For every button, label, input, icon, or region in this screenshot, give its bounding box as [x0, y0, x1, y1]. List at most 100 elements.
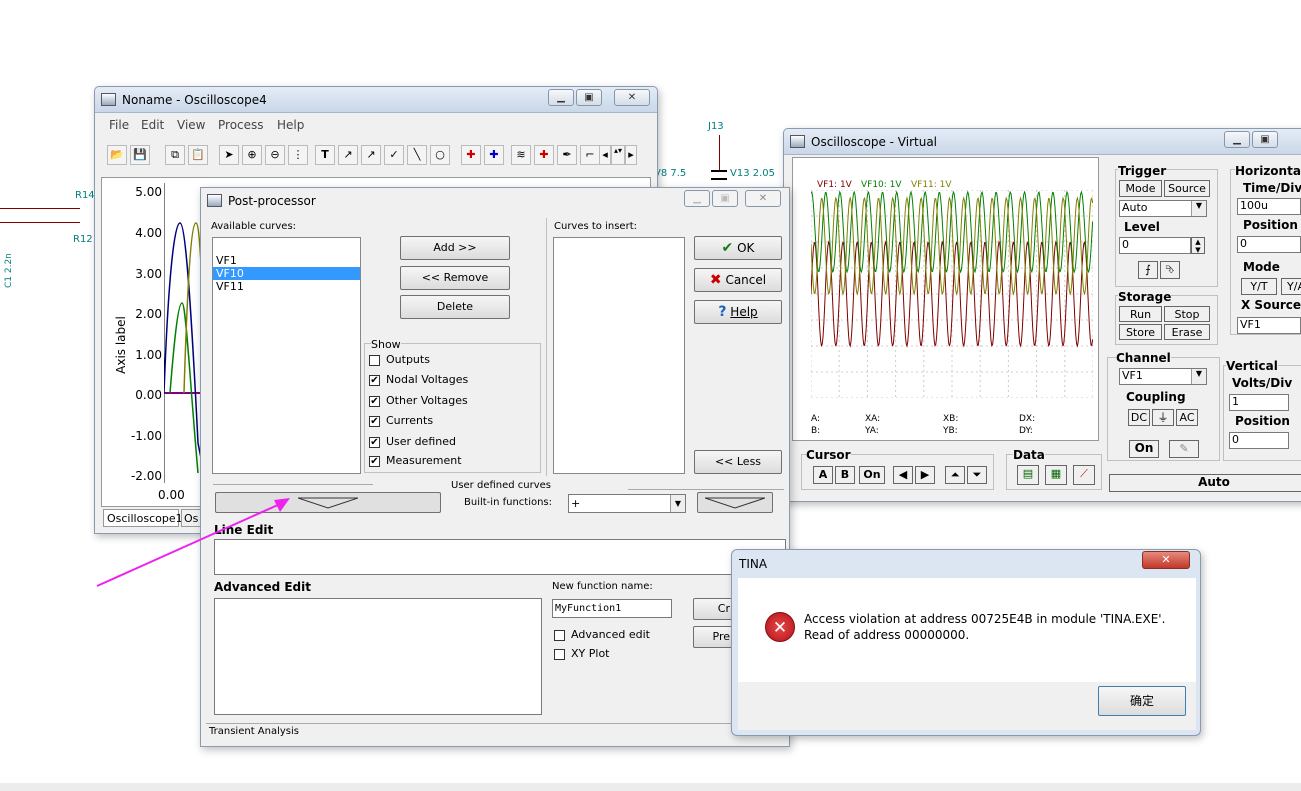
- add-curve-icon[interactable]: ✚: [534, 145, 554, 165]
- close-button[interactable]: ✕: [614, 89, 650, 106]
- level-input[interactable]: 0: [1119, 237, 1191, 254]
- ac-button[interactable]: AC: [1176, 409, 1198, 426]
- h-position-input[interactable]: 0: [1237, 236, 1301, 253]
- close-button[interactable]: ✕: [745, 190, 781, 207]
- new-function-name-input[interactable]: MyFunction1: [552, 599, 672, 618]
- flag-icon[interactable]: ⌐: [580, 145, 600, 165]
- list-item[interactable]: VF10: [213, 267, 360, 280]
- cursor-a-button[interactable]: A: [813, 466, 833, 484]
- list-item[interactable]: VF1: [213, 254, 360, 267]
- stop-button[interactable]: Stop: [1164, 306, 1210, 322]
- source-button[interactable]: Source: [1164, 180, 1210, 197]
- ok-button[interactable]: 确定: [1098, 686, 1186, 716]
- zoom-in-icon[interactable]: ⊕: [242, 145, 262, 165]
- show-outputs-checkbox[interactable]: [369, 355, 380, 366]
- ok-button[interactable]: ✔ OK: [694, 236, 782, 260]
- v-position-input[interactable]: 0: [1229, 432, 1289, 449]
- arrow-left-icon[interactable]: ◀: [893, 466, 913, 484]
- marker-icon[interactable]: ↗: [338, 145, 358, 165]
- minimize-button[interactable]: ▁: [684, 190, 710, 207]
- level-spinner[interactable]: ▲ ▼: [1191, 237, 1205, 254]
- menu-process[interactable]: Process: [218, 118, 264, 132]
- time-div-input[interactable]: 100u: [1237, 198, 1301, 215]
- ground-icon[interactable]: ⏚: [1152, 409, 1174, 426]
- circle-icon[interactable]: ○: [430, 145, 450, 165]
- show-currents-checkbox[interactable]: ✔: [369, 416, 380, 427]
- cursor-on-button[interactable]: On: [859, 466, 885, 484]
- import-icon[interactable]: ▤: [1017, 465, 1039, 485]
- erase-button[interactable]: Erase: [1164, 324, 1210, 340]
- channel-select[interactable]: VF1 ▼: [1119, 368, 1207, 385]
- show-user-checkbox[interactable]: ✔: [369, 437, 380, 448]
- data-group: Data ▤ ▦ ⟋: [1006, 448, 1102, 490]
- close-button[interactable]: ✕: [1142, 551, 1190, 569]
- minimize-button[interactable]: ▁: [1224, 131, 1250, 148]
- show-nodal-checkbox[interactable]: ✔: [369, 375, 380, 386]
- maximize-button[interactable]: ▣: [1252, 131, 1278, 148]
- chart-icon[interactable]: ⟋: [1073, 465, 1095, 485]
- delete-button[interactable]: Delete: [400, 295, 510, 319]
- xy-icon[interactable]: ✓: [384, 145, 404, 165]
- export-icon[interactable]: ▦: [1045, 465, 1067, 485]
- create-button[interactable]: Cr: [693, 598, 733, 620]
- less-button[interactable]: << Less: [694, 450, 782, 474]
- zoom-out-icon[interactable]: ⊖: [265, 145, 285, 165]
- falling-edge-icon[interactable]: ⮷: [1160, 261, 1180, 279]
- cursor-a-icon[interactable]: ✚: [461, 145, 481, 165]
- rising-edge-icon[interactable]: ⨍: [1138, 261, 1158, 279]
- maximize-button[interactable]: ▣: [712, 190, 738, 207]
- advanced-edit-checkbox[interactable]: [554, 630, 565, 641]
- add-button[interactable]: Add >>: [400, 236, 510, 260]
- dc-button[interactable]: DC: [1128, 409, 1150, 426]
- channel-on-button[interactable]: On: [1129, 440, 1159, 458]
- list-item[interactable]: VF11: [213, 280, 360, 293]
- remove-button[interactable]: << Remove: [400, 266, 510, 290]
- arrow-up-icon[interactable]: ⏶: [945, 466, 965, 484]
- builtin-functions-select[interactable]: + ▼: [568, 494, 686, 513]
- expand-button-right[interactable]: [697, 492, 773, 513]
- copy-icon[interactable]: ⧉: [165, 145, 185, 165]
- menu-view[interactable]: View: [177, 118, 205, 132]
- curves-to-insert-list[interactable]: [553, 237, 685, 474]
- menu-file[interactable]: File: [109, 118, 129, 132]
- text-icon[interactable]: T: [315, 145, 335, 165]
- arrow-down-icon[interactable]: ⏷: [967, 466, 987, 484]
- scroll-right-icon[interactable]: ▸: [625, 145, 637, 165]
- scroll-updown-icon[interactable]: ▴▾: [611, 145, 625, 165]
- auto-button[interactable]: Auto: [1109, 474, 1301, 492]
- advanced-edit-textarea[interactable]: [214, 598, 542, 715]
- run-button[interactable]: Run: [1119, 306, 1162, 322]
- open-icon[interactable]: 📂: [107, 145, 127, 165]
- cursor-b-button[interactable]: B: [835, 466, 855, 484]
- paste-icon[interactable]: 📋: [188, 145, 208, 165]
- marker2-icon[interactable]: ↗: [361, 145, 381, 165]
- ya-button[interactable]: Y/A: [1281, 278, 1301, 295]
- minimize-button[interactable]: ▁: [548, 89, 574, 106]
- menu-edit[interactable]: Edit: [141, 118, 164, 132]
- volts-div-input[interactable]: 1: [1229, 394, 1289, 411]
- cursor-b-icon[interactable]: ✚: [484, 145, 504, 165]
- xy-plot-checkbox[interactable]: [554, 649, 565, 660]
- pointer-icon[interactable]: ➤: [219, 145, 239, 165]
- line-icon[interactable]: ╲: [407, 145, 427, 165]
- yt-button[interactable]: Y/T: [1241, 278, 1277, 295]
- preview-button[interactable]: Pre: [693, 626, 733, 648]
- show-other-checkbox[interactable]: ✔: [369, 396, 380, 407]
- help-button[interactable]: ? Help: [694, 300, 782, 324]
- store-button[interactable]: Store: [1119, 324, 1162, 340]
- cancel-button[interactable]: ✖ Cancel: [694, 268, 782, 292]
- pen-icon[interactable]: ✎: [1169, 440, 1199, 458]
- save-icon[interactable]: 💾: [130, 145, 150, 165]
- arrow-right-icon[interactable]: ▶: [915, 466, 935, 484]
- x-source-input[interactable]: VF1: [1237, 317, 1301, 334]
- mode-button[interactable]: Mode: [1119, 180, 1162, 197]
- probe-icon[interactable]: ✒: [557, 145, 577, 165]
- wave-icon[interactable]: ≋: [511, 145, 531, 165]
- grid-icon[interactable]: ⋮: [288, 145, 308, 165]
- menu-help[interactable]: Help: [277, 118, 304, 132]
- maximize-button[interactable]: ▣: [576, 89, 602, 106]
- scroll-left-icon[interactable]: ◂: [599, 145, 611, 165]
- show-measurement-checkbox[interactable]: ✔: [369, 456, 380, 467]
- trigger-mode-select[interactable]: Auto ▼: [1119, 200, 1207, 217]
- available-curves-list[interactable]: VF1 VF10 VF11: [212, 237, 361, 474]
